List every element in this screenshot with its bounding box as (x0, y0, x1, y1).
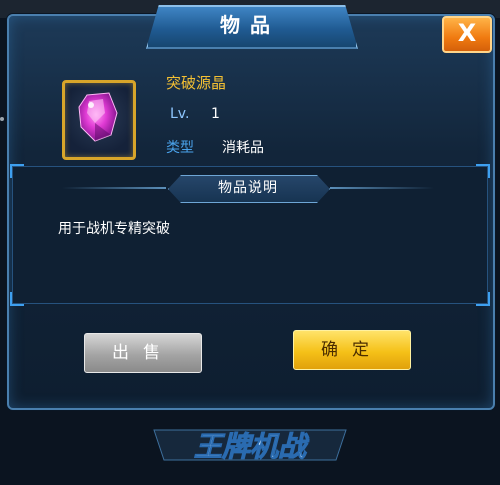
pink-crystal-icon (78, 92, 118, 142)
game-logo: 王牌机战 (153, 429, 347, 464)
item-icon-frame (62, 80, 136, 160)
description-divider-left (62, 187, 166, 189)
description-corner (476, 164, 490, 178)
level-value: 1 (211, 106, 220, 122)
description-corner (476, 292, 490, 306)
description-divider-right (330, 187, 434, 189)
dialog-title: 物品 (220, 13, 280, 37)
description-corner (10, 164, 24, 178)
close-button[interactable]: X (442, 16, 492, 53)
type-label: 类型 (166, 140, 194, 156)
level-label: Lv. (170, 106, 190, 122)
description-corner (10, 292, 24, 306)
item-name: 突破源晶 (166, 74, 227, 92)
sell-button[interactable]: 出售 (84, 333, 202, 373)
confirm-button[interactable]: 确定 (293, 330, 411, 370)
side-indicator-dot (0, 117, 4, 121)
description-text: 用于战机专精突破 (58, 221, 170, 237)
close-icon: X (457, 19, 477, 47)
type-value: 消耗品 (222, 140, 264, 156)
logo-text: 王牌机战 (194, 430, 310, 463)
description-title: 物品说明 (218, 180, 278, 196)
